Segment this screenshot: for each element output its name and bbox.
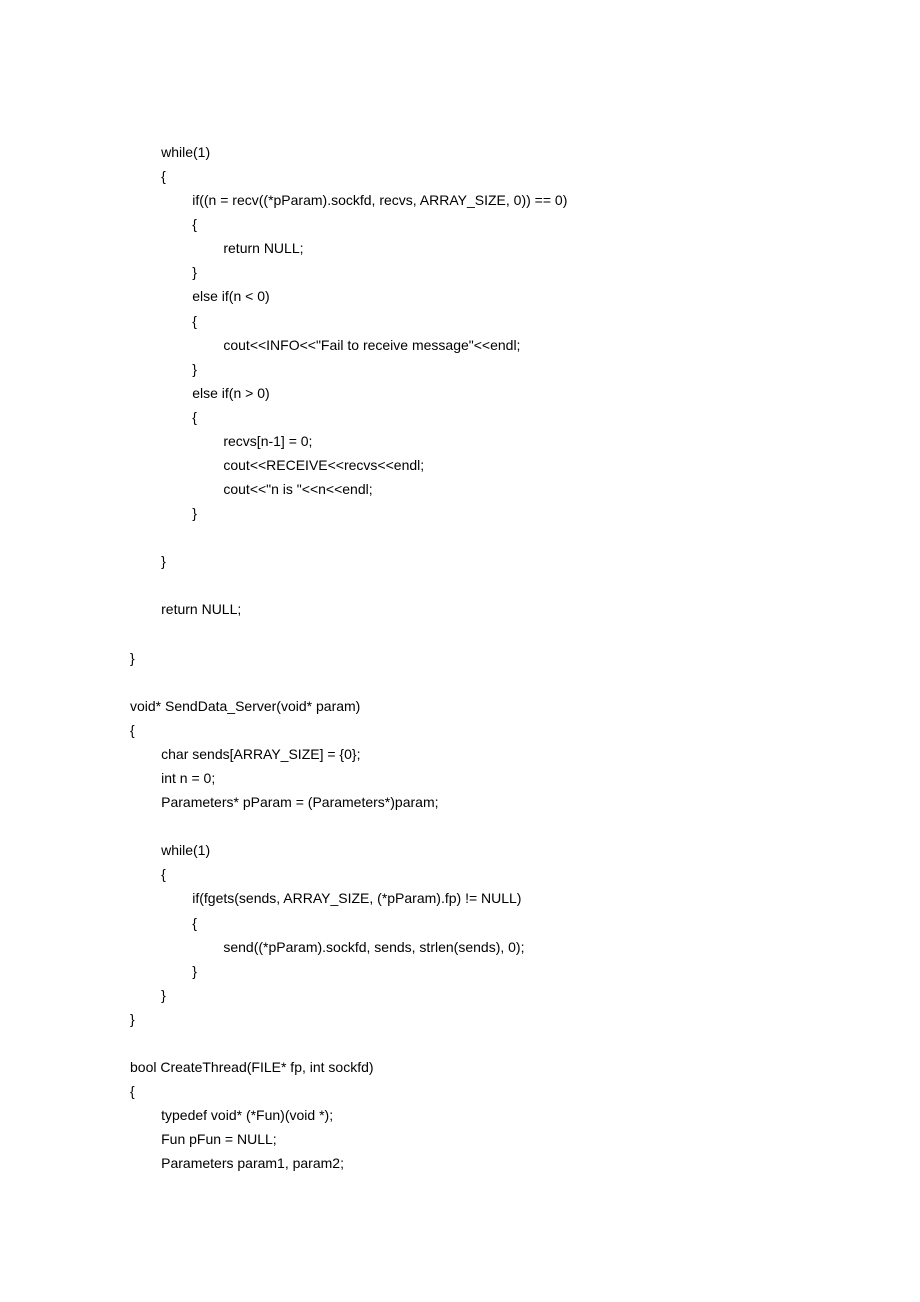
code-block: while(1) { if((n = recv((*pParam).sockfd… bbox=[130, 140, 790, 1175]
document-page: while(1) { if((n = recv((*pParam).sockfd… bbox=[0, 0, 920, 1275]
